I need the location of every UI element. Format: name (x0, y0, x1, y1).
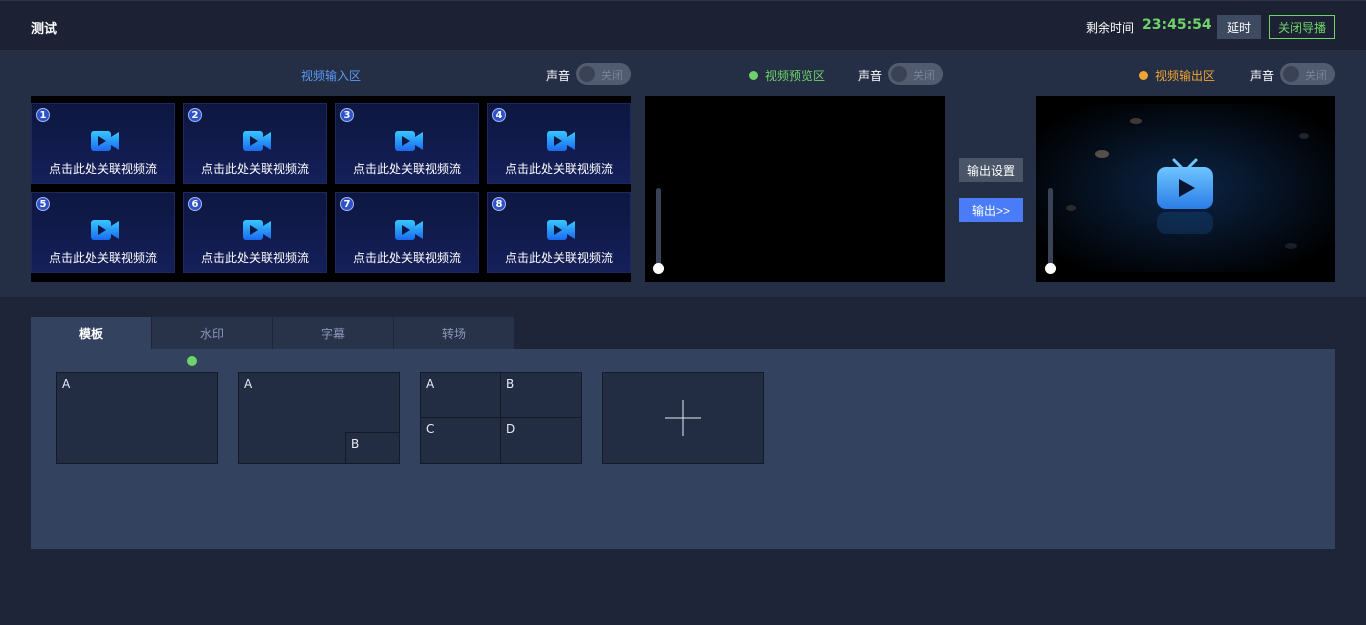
video-camera-icon (395, 131, 423, 151)
output-area-label: 视频输出区 (1139, 67, 1215, 84)
input-area-label: 视频输入区 (301, 69, 362, 83)
region-label: B (351, 437, 360, 451)
region-label: D (506, 422, 516, 436)
output-status-dot (1139, 71, 1148, 80)
toggle-knob (891, 66, 907, 82)
input-cell-7[interactable]: 7 点击此处关联视频流 (335, 192, 479, 273)
toggle-text: 关闭 (601, 69, 623, 82)
add-template-button[interactable] (602, 372, 764, 464)
output-sound-label: 声音 (1250, 69, 1275, 83)
region-label: B (506, 377, 515, 391)
output-sound-toggle[interactable]: 关闭 (1280, 63, 1335, 85)
video-camera-icon (243, 220, 271, 240)
grid-divider (500, 373, 501, 463)
cell-number: 6 (188, 197, 202, 211)
toggle-knob (1283, 66, 1299, 82)
video-camera-icon (395, 220, 423, 240)
template-picture-in-picture[interactable]: A B (238, 372, 400, 464)
input-cell-8[interactable]: 8 点击此处关联视频流 (487, 192, 631, 273)
cell-label: 点击此处关联视频流 (200, 162, 309, 176)
cell-label: 点击此处关联视频流 (504, 162, 613, 176)
cell-number: 5 (36, 197, 50, 211)
template-quad[interactable]: A B C D (420, 372, 582, 464)
input-cell-1[interactable]: 1 点击此处关联视频流 (31, 103, 175, 184)
selected-indicator-dot (187, 356, 197, 366)
cell-label: 点击此处关联视频流 (48, 251, 157, 265)
region-label: C (426, 422, 435, 436)
toggle-knob (579, 66, 595, 82)
preview-area-label: 视频预览区 (749, 67, 825, 84)
region-label: A (62, 377, 71, 391)
video-output-screen (1036, 96, 1335, 282)
toggle-text: 关闭 (1305, 69, 1327, 82)
video-preview-screen (645, 96, 945, 282)
cell-label: 点击此处关联视频流 (48, 162, 157, 176)
delay-button[interactable]: 延时 (1217, 15, 1261, 39)
video-camera-icon (91, 220, 119, 240)
input-sound-toggle[interactable]: 关闭 (576, 63, 631, 85)
video-camera-icon (547, 220, 575, 240)
output-button[interactable]: 输出>> (959, 198, 1023, 222)
cell-label: 点击此处关联视频流 (504, 251, 613, 265)
cell-label: 点击此处关联视频流 (200, 251, 309, 265)
cell-number: 8 (492, 197, 506, 211)
settings-tabs: 模板 水印 字幕 转场 (31, 317, 515, 349)
preview-volume-slider[interactable] (653, 188, 664, 274)
input-cell-5[interactable]: 5 点击此处关联视频流 (31, 192, 175, 273)
close-guide-button[interactable]: 关闭导播 (1269, 15, 1335, 39)
tab-template[interactable]: 模板 (31, 317, 152, 349)
page-title: 测试 (31, 22, 58, 37)
output-settings-button[interactable]: 输出设置 (959, 158, 1023, 182)
output-volume-slider[interactable] (1045, 188, 1056, 274)
input-cell-6[interactable]: 6 点击此处关联视频流 (183, 192, 327, 273)
video-camera-icon (547, 131, 575, 151)
cell-number: 7 (340, 197, 354, 211)
toggle-text: 关闭 (913, 69, 935, 82)
video-input-grid: 1 点击此处关联视频流 2 点击此处关联视频流 3 点击此处关联视频流 4 点击… (31, 96, 631, 282)
video-camera-icon (243, 131, 271, 151)
top-bar: 测试 剩余时间 23:45:54 延时 关闭导播 (0, 0, 1366, 51)
plus-icon (665, 400, 701, 436)
tab-watermark[interactable]: 水印 (152, 317, 273, 349)
output-area-text: 视频输出区 (1155, 69, 1216, 83)
tab-transition[interactable]: 转场 (394, 317, 515, 349)
template-panel: A A B A B C D (31, 349, 1335, 549)
preview-status-dot (749, 71, 758, 80)
cell-label: 点击此处关联视频流 (352, 162, 461, 176)
video-camera-icon (91, 131, 119, 151)
preview-sound-toggle[interactable]: 关闭 (888, 63, 943, 85)
template-sub-region: B (345, 432, 400, 463)
preview-area-text: 视频预览区 (765, 69, 826, 83)
input-cell-3[interactable]: 3 点击此处关联视频流 (335, 103, 479, 184)
preview-sound-label: 声音 (858, 69, 883, 83)
input-cell-4[interactable]: 4 点击此处关联视频流 (487, 103, 631, 184)
grid-divider (421, 417, 581, 418)
video-workspace: 视频输入区 声音 关闭 视频预览区 声音 关闭 视频输出区 声音 关闭 1 点击… (0, 51, 1366, 297)
template-single[interactable]: A (56, 372, 218, 464)
cell-label: 点击此处关联视频流 (352, 251, 461, 265)
slider-handle[interactable] (653, 263, 664, 274)
cell-number: 4 (492, 108, 506, 122)
cell-number: 2 (188, 108, 202, 122)
cell-number: 1 (36, 108, 50, 122)
tab-subtitle[interactable]: 字幕 (273, 317, 394, 349)
tv-play-icon (1157, 158, 1213, 234)
region-label: A (426, 377, 435, 391)
region-label: A (244, 377, 253, 391)
input-sound-label: 声音 (546, 69, 571, 83)
remaining-time-value: 23:45:54 (1142, 17, 1212, 33)
cell-number: 3 (340, 108, 354, 122)
remaining-time-label: 剩余时间 (1086, 21, 1135, 35)
slider-handle[interactable] (1045, 263, 1056, 274)
input-cell-2[interactable]: 2 点击此处关联视频流 (183, 103, 327, 184)
